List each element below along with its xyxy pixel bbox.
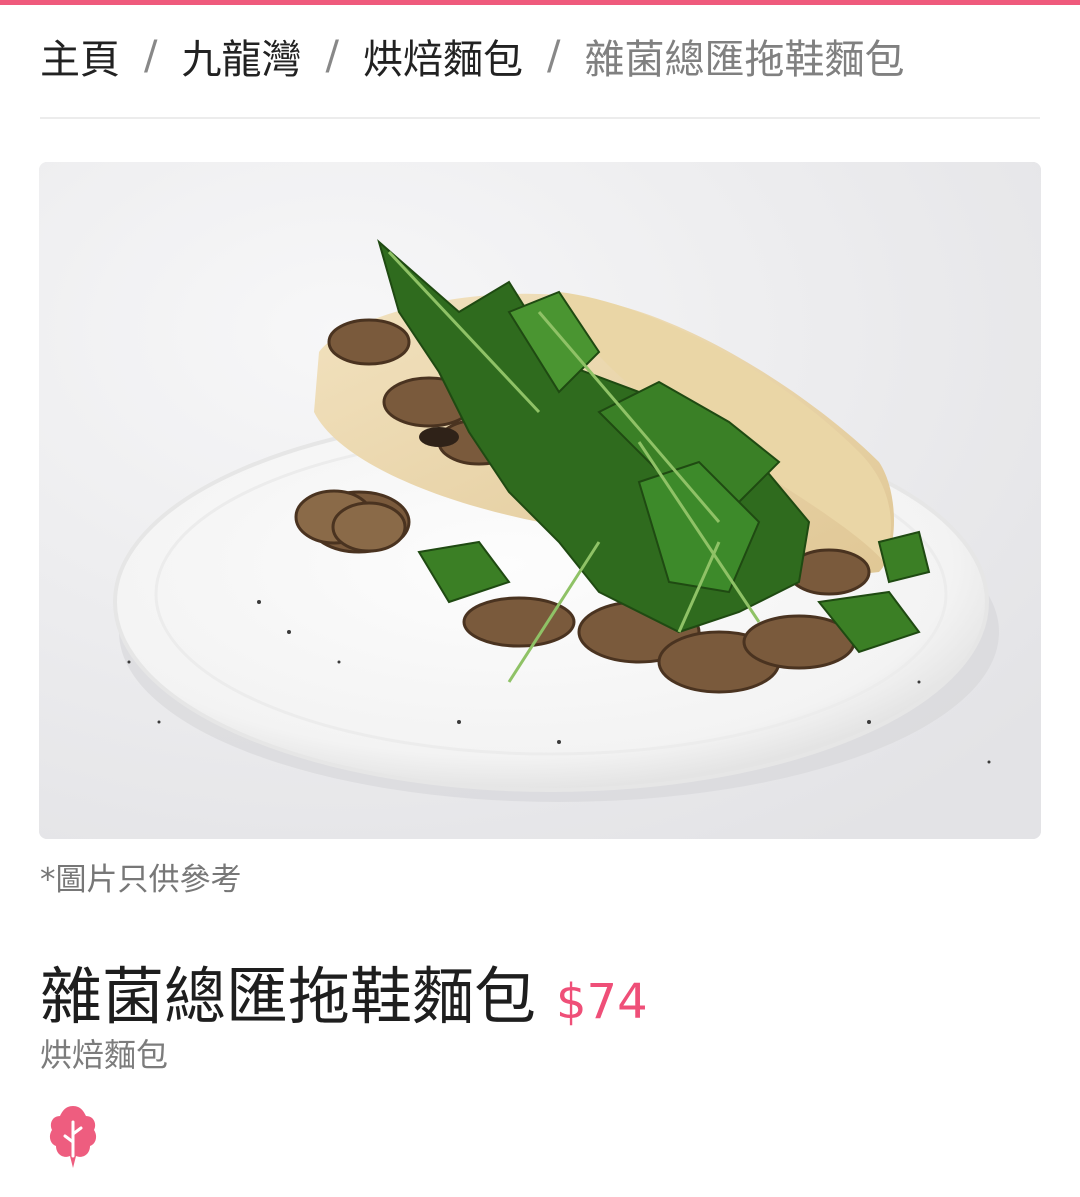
breadcrumb-home[interactable]: 主頁 xyxy=(40,27,120,85)
breadcrumb-separator: / xyxy=(144,33,158,79)
product-price: $74 xyxy=(556,974,648,1030)
breadcrumb-store[interactable]: 九龍灣 xyxy=(181,27,301,85)
breadcrumb-category[interactable]: 烘焙麵包 xyxy=(363,27,523,85)
product-category: 烘焙麵包 xyxy=(40,1036,169,1074)
product-image xyxy=(39,162,1041,839)
sandwich-photo xyxy=(39,162,1041,839)
vegetarian-leaf-icon xyxy=(48,1104,98,1170)
breadcrumb-current: 雜菌總匯拖鞋麵包 xyxy=(584,37,905,83)
product-title-row: 雜菌總匯拖鞋麵包 $74 xyxy=(40,946,648,1036)
breadcrumb-divider xyxy=(40,117,1040,119)
product-name: 雜菌總匯拖鞋麵包 xyxy=(40,960,537,1033)
image-disclaimer: *圖片只供參考 xyxy=(40,862,242,898)
breadcrumb-separator: / xyxy=(325,33,339,79)
breadcrumb-separator: / xyxy=(546,33,561,79)
breadcrumb: 主頁 / 九龍灣 / 烘焙麵包 / 雜菌總匯拖鞋麵包 xyxy=(40,24,904,88)
top-accent-bar xyxy=(0,0,1080,5)
